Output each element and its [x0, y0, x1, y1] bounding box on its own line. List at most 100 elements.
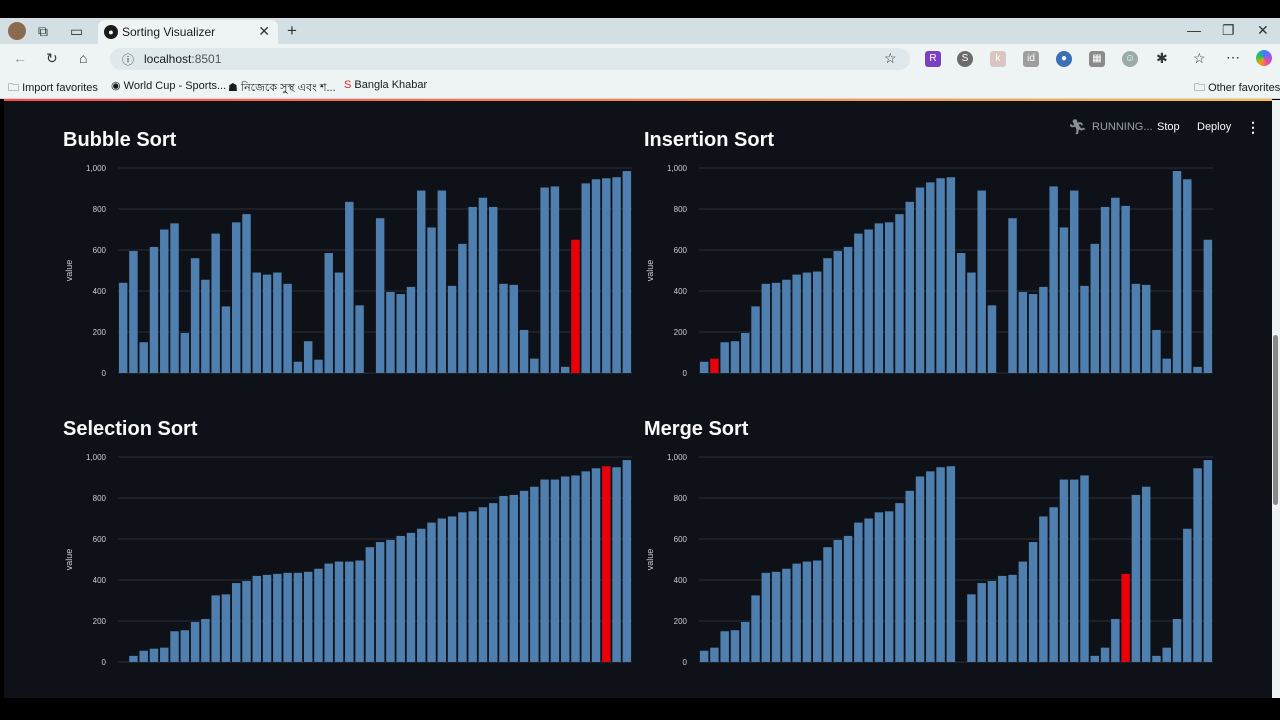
y-tick-label: 400	[93, 287, 107, 296]
bar	[730, 341, 740, 373]
y-tick-label: 600	[674, 535, 688, 544]
bar	[854, 522, 863, 662]
close-tab-icon[interactable]: ✕	[258, 23, 270, 40]
bar	[324, 563, 333, 662]
main-menu-icon[interactable]: ⋮	[1246, 119, 1260, 136]
bar	[1039, 516, 1048, 662]
y-tick-label: 800	[93, 494, 107, 503]
bar	[1203, 239, 1213, 373]
home-icon[interactable]: ⌂	[79, 50, 87, 66]
bar	[458, 243, 467, 373]
tab-actions-icon[interactable]: ▭	[70, 23, 83, 40]
info-icon[interactable]: ⓘ	[122, 51, 134, 68]
extensions-puzzle-icon[interactable]: ✱	[1156, 50, 1168, 67]
bar	[540, 479, 549, 662]
bar	[231, 583, 241, 662]
globe-icon: ◉	[111, 80, 121, 92]
y-tick-label: 600	[674, 246, 688, 255]
bar	[612, 177, 621, 373]
extension-k-icon[interactable]: k	[990, 51, 1006, 67]
bar	[262, 274, 272, 373]
bar	[998, 575, 1007, 662]
bar	[427, 522, 436, 662]
bar	[1203, 460, 1213, 662]
y-tick-label: 200	[93, 617, 107, 626]
bar	[314, 359, 323, 373]
stop-button[interactable]: Stop	[1157, 121, 1180, 133]
bar	[843, 246, 853, 373]
bar	[946, 177, 956, 373]
address-bar[interactable]: ⓘ localhost:8501 ☆	[110, 48, 910, 70]
bar	[303, 341, 313, 373]
bar	[823, 258, 832, 373]
bar	[530, 486, 539, 662]
refresh-icon[interactable]: ↻	[46, 50, 58, 67]
active-tab[interactable]: ● Sorting Visualizer ✕	[98, 20, 278, 44]
bar	[334, 272, 344, 373]
bar	[1131, 494, 1141, 662]
new-tab-icon[interactable]: +	[287, 21, 297, 41]
bar	[242, 581, 251, 662]
bar	[751, 306, 760, 373]
extension-face-icon[interactable]: ☺	[1122, 51, 1138, 67]
extension-s-icon[interactable]: S	[957, 51, 973, 67]
extension-circle-icon[interactable]: ●	[1056, 51, 1072, 67]
extension-table-icon[interactable]: ▦	[1089, 51, 1105, 67]
bar	[468, 511, 477, 662]
bar	[1100, 647, 1110, 662]
favorite-import[interactable]: 🗀 Import favorites	[8, 79, 98, 98]
bar	[926, 182, 935, 373]
bar	[519, 329, 529, 373]
more-menu-icon[interactable]: ⋯	[1226, 49, 1240, 66]
chart-svg: Insertion Sort 0 200 400 600 800 1,000 value	[644, 129, 1213, 378]
favorite-bangla-khabar[interactable]: S Bangla Khabar	[344, 79, 427, 91]
scrollbar-thumb[interactable]	[1273, 335, 1278, 505]
favorite-label: World Cup - Sports...	[123, 80, 227, 92]
streamlit-icon: ●	[104, 25, 118, 39]
deploy-button[interactable]: Deploy	[1197, 121, 1231, 133]
bar	[396, 535, 405, 662]
bar	[386, 540, 395, 662]
back-icon[interactable]: ←	[13, 50, 27, 66]
bar	[499, 495, 508, 662]
other-favorites[interactable]: 🗀 Other favorites	[1194, 79, 1280, 98]
extension-r-icon[interactable]: R	[925, 51, 941, 67]
bar	[1152, 655, 1161, 662]
favorite-label: Bangla Khabar	[354, 79, 428, 91]
y-tick-label: 800	[93, 205, 107, 214]
bar	[720, 342, 729, 373]
bar	[926, 471, 935, 662]
favorite-label: নিজেকে সুস্থ এবং শ...	[240, 82, 336, 94]
favorite-health[interactable]: ☗ নিজেকে সুস্থ এবং শ...	[228, 79, 336, 98]
chart-svg: Merge Sort 0 200 400 600 800 1,000 value	[644, 418, 1213, 667]
highlighted-bar	[602, 466, 611, 662]
extension-id-icon[interactable]: id	[1023, 51, 1039, 67]
bar	[211, 233, 220, 373]
y-axis-label: value	[645, 549, 655, 571]
bar	[1049, 507, 1058, 662]
bar	[211, 595, 220, 662]
bar	[843, 535, 853, 662]
minimize-icon[interactable]: —	[1187, 22, 1201, 38]
bar	[160, 229, 169, 373]
y-tick-label: 1,000	[86, 164, 107, 173]
restore-icon[interactable]: ❐	[1222, 22, 1235, 39]
profile-avatar[interactable]	[8, 22, 26, 40]
favorites-icon[interactable]: ☆	[1193, 50, 1206, 67]
bar	[884, 511, 894, 662]
close-window-icon[interactable]: ✕	[1257, 22, 1269, 39]
bar	[355, 560, 364, 662]
bar	[417, 190, 426, 373]
bar	[303, 571, 313, 662]
bar	[231, 222, 241, 373]
bar	[1018, 561, 1028, 662]
copilot-icon[interactable]	[1256, 50, 1272, 66]
workspaces-icon[interactable]: ⧉	[38, 23, 48, 40]
favorite-star-icon[interactable]: ☆	[884, 50, 897, 67]
favorite-worldcup[interactable]: ◉ World Cup - Sports...	[111, 79, 226, 92]
bar	[334, 561, 344, 662]
bar	[190, 622, 200, 662]
bar	[1090, 655, 1100, 662]
bar	[967, 272, 976, 373]
chart-title: Bubble Sort	[63, 129, 177, 151]
